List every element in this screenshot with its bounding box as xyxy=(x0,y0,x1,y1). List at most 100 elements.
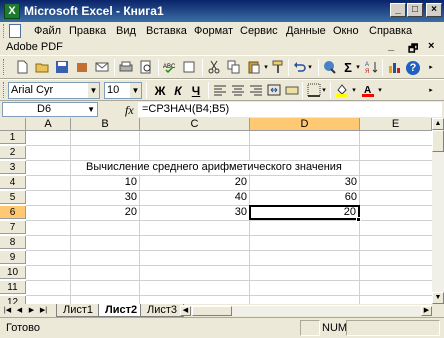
column-header-a[interactable]: A xyxy=(26,118,71,131)
cell-b3[interactable]: Вычисление среднего арифметического знач… xyxy=(84,161,344,174)
row-header-7[interactable]: 7 xyxy=(0,221,26,234)
new-document-icon[interactable] xyxy=(14,60,30,76)
scroll-thumb[interactable] xyxy=(192,306,232,316)
menu-grip[interactable] xyxy=(3,24,6,38)
print-preview-icon[interactable] xyxy=(138,60,154,76)
scroll-left-icon[interactable]: ◀ xyxy=(180,306,191,316)
sheet-tab-2-active[interactable]: Лист2 xyxy=(98,304,145,317)
scroll-down-icon[interactable]: ▼ xyxy=(432,292,444,304)
borders-dropdown-icon[interactable]: ▾ xyxy=(320,83,328,99)
worksheet-grid[interactable]: A B C D E 1 2 3 4 5 6 7 8 9 10 11 12 Выч… xyxy=(0,118,432,304)
font-size-combo[interactable]: 10 ▼ xyxy=(104,82,142,99)
excel-app-icon[interactable]: X xyxy=(4,3,20,19)
row-header-2[interactable]: 2 xyxy=(0,146,26,159)
fill-color-icon[interactable] xyxy=(334,83,350,99)
research-icon[interactable] xyxy=(182,60,198,76)
mdi-minimize-button[interactable]: _ xyxy=(388,40,394,52)
row-header-9[interactable]: 9 xyxy=(0,251,26,264)
undo-dropdown-icon[interactable]: ▾ xyxy=(306,60,314,76)
column-header-c[interactable]: C xyxy=(140,118,250,131)
document-icon[interactable] xyxy=(9,24,21,38)
email-icon[interactable] xyxy=(94,60,110,76)
cell-d5[interactable]: 60 xyxy=(250,191,359,204)
paste-icon[interactable] xyxy=(246,60,262,76)
chevron-down-icon[interactable]: ▼ xyxy=(88,83,99,98)
cell-b4[interactable]: 10 xyxy=(71,176,139,189)
row-header-1[interactable]: 1 xyxy=(0,131,26,144)
scroll-right-icon[interactable]: ▶ xyxy=(421,306,432,316)
select-all-button[interactable] xyxy=(0,118,26,131)
print-icon[interactable] xyxy=(118,60,134,76)
cell-c6[interactable]: 30 xyxy=(140,206,249,219)
menu-edit[interactable]: Правка xyxy=(69,24,106,38)
font-color-dropdown-icon[interactable]: ▾ xyxy=(376,83,384,99)
mdi-close-button[interactable]: × xyxy=(428,40,434,52)
currency-icon[interactable] xyxy=(284,83,300,99)
font-color-icon[interactable]: A xyxy=(360,83,376,99)
row-header-11[interactable]: 11 xyxy=(0,281,26,294)
cell-b6[interactable]: 20 xyxy=(71,206,139,219)
copy-icon[interactable] xyxy=(226,60,242,76)
next-sheet-icon[interactable]: ▶ xyxy=(26,305,37,316)
fill-handle[interactable] xyxy=(356,217,361,222)
close-button[interactable]: × xyxy=(426,3,442,17)
save-icon[interactable] xyxy=(54,60,70,76)
fill-color-dropdown-icon[interactable]: ▾ xyxy=(350,83,358,99)
scroll-up-icon[interactable]: ▲ xyxy=(432,118,444,130)
toolbar-options-icon[interactable]: ▸ xyxy=(426,60,436,76)
menu-help[interactable]: Справка xyxy=(369,24,412,38)
format-painter-icon[interactable] xyxy=(270,60,286,76)
toolbar-grip[interactable] xyxy=(3,59,6,75)
hyperlink-icon[interactable] xyxy=(322,60,338,76)
help-icon[interactable]: ? xyxy=(406,61,420,75)
row-header-3[interactable]: 3 xyxy=(0,161,26,174)
horizontal-scrollbar[interactable]: ◀ ▶ xyxy=(180,305,432,316)
align-center-icon[interactable] xyxy=(230,83,246,99)
sheet-tab-3[interactable]: Лист3 xyxy=(140,304,185,317)
name-box[interactable]: D6 ▼ xyxy=(2,102,98,117)
maximize-button[interactable]: □ xyxy=(407,3,423,17)
row-header-5[interactable]: 5 xyxy=(0,191,26,204)
menu-window[interactable]: Окно xyxy=(333,24,359,38)
align-left-icon[interactable] xyxy=(212,83,228,99)
bold-button[interactable]: Ж xyxy=(152,83,168,99)
menu-file[interactable]: Файл xyxy=(34,24,61,38)
toolbar-grip[interactable] xyxy=(3,82,6,98)
last-sheet-icon[interactable]: ▶| xyxy=(38,305,49,316)
menu-insert[interactable]: Вставка xyxy=(146,24,187,38)
scroll-thumb[interactable] xyxy=(432,130,444,152)
menu-format[interactable]: Формат xyxy=(194,24,233,38)
cut-icon[interactable] xyxy=(206,60,222,76)
cell-c4[interactable]: 20 xyxy=(140,176,249,189)
italic-button[interactable]: К xyxy=(170,83,186,99)
row-header-4[interactable]: 4 xyxy=(0,176,26,189)
row-header-10[interactable]: 10 xyxy=(0,266,26,279)
minimize-button[interactable]: _ xyxy=(390,3,406,17)
column-header-b[interactable]: B xyxy=(71,118,140,131)
merge-center-icon[interactable] xyxy=(266,83,282,99)
row-header-8[interactable]: 8 xyxy=(0,236,26,249)
chevron-down-icon[interactable]: ▼ xyxy=(130,83,141,98)
spelling-icon[interactable]: ABC xyxy=(162,60,178,76)
formula-input[interactable]: =СРЗНАЧ(B4;B5) xyxy=(138,102,442,117)
cell-d4[interactable]: 30 xyxy=(250,176,359,189)
cell-b5[interactable]: 30 xyxy=(71,191,139,204)
menu-data[interactable]: Данные xyxy=(286,24,326,38)
menu-tools[interactable]: Сервис xyxy=(240,24,278,38)
row-header-12[interactable]: 12 xyxy=(0,296,26,304)
autosum-dropdown-icon[interactable]: ▾ xyxy=(354,60,362,76)
prev-sheet-icon[interactable]: ◀ xyxy=(14,305,25,316)
open-folder-icon[interactable] xyxy=(34,60,50,76)
chart-wizard-icon[interactable] xyxy=(386,60,402,76)
column-header-e[interactable]: E xyxy=(360,118,432,131)
insert-function-button[interactable]: fx xyxy=(125,103,134,118)
first-sheet-icon[interactable]: |◀ xyxy=(2,305,13,316)
align-right-icon[interactable] xyxy=(248,83,264,99)
sort-ascending-icon[interactable]: AЯ xyxy=(364,60,380,76)
row-header-6[interactable]: 6 xyxy=(0,206,26,219)
permission-icon[interactable] xyxy=(74,60,90,76)
underline-button[interactable]: Ч xyxy=(188,83,204,99)
paste-dropdown-icon[interactable]: ▾ xyxy=(262,60,270,76)
font-name-combo[interactable]: Arial Cyr ▼ xyxy=(8,82,100,99)
vertical-scrollbar[interactable]: ▲ ▼ xyxy=(432,118,444,304)
